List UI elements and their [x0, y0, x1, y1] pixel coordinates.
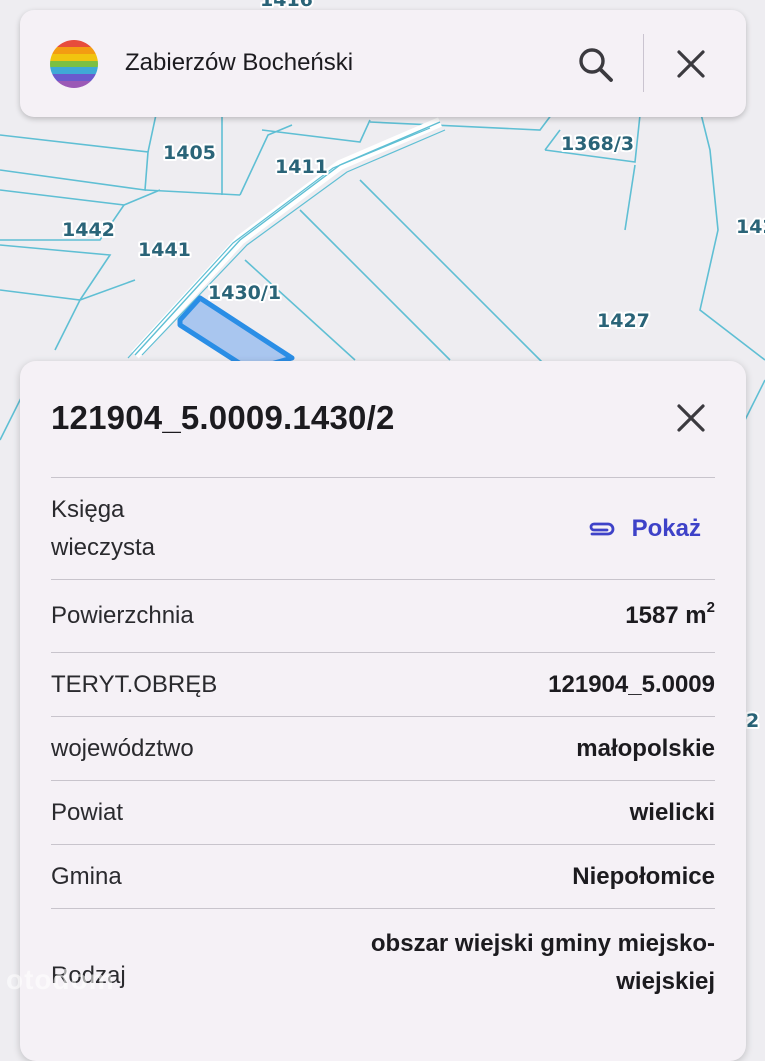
row-land-register: Księga wieczysta Pokaż — [51, 477, 715, 579]
row-value: 1587 m2 — [625, 599, 715, 629]
plot-label-142-partial: 142 — [736, 216, 765, 238]
row-value: obszar wiejski gminy miejsko- wiejskiej — [370, 930, 715, 995]
plot-label-1411: 1411 — [275, 156, 328, 178]
paperclip-icon — [589, 522, 614, 535]
row-county: Powiat wielicki — [51, 780, 715, 844]
plot-label-1405: 1405 — [163, 142, 216, 164]
row-voivodeship: województwo małopolskie — [51, 716, 715, 780]
row-label: województwo — [51, 734, 194, 762]
row-teryt: TERYT.OBRĘB 121904_5.0009 — [51, 652, 715, 716]
search-icon[interactable] — [573, 42, 617, 86]
show-land-register-link[interactable]: Pokaż — [584, 512, 701, 546]
row-value: Niepołomice — [572, 862, 715, 890]
row-value: wielicki — [629, 798, 715, 826]
row-area: Powierzchnia 1587 m2 — [51, 579, 715, 652]
row-label: Powiat — [51, 798, 124, 826]
search-query[interactable]: Zabierzów Bocheński — [125, 49, 353, 77]
plot-label-1368-3: 1368/3 — [561, 133, 634, 155]
plot-info-panel: 121904_5.0009.1430/2 Księga wieczysta Po… — [20, 361, 746, 1061]
plot-label-1427: 1427 — [597, 310, 650, 332]
row-value: małopolskie — [576, 734, 715, 762]
search-bar-divider — [643, 34, 644, 92]
rainbow-logo-icon — [50, 40, 98, 88]
panel-close-icon[interactable] — [668, 395, 714, 441]
row-value: 121904_5.0009 — [548, 670, 715, 698]
plot-label-1441: 1441 — [138, 239, 191, 261]
plot-label-1430-1: 1430/1 — [208, 282, 281, 304]
row-commune: Gmina Niepołomice — [51, 844, 715, 908]
search-bar[interactable]: Zabierzów Bocheński — [20, 10, 746, 117]
plot-id-title: 121904_5.0009.1430/2 — [51, 399, 395, 436]
row-label: Gmina — [51, 862, 122, 890]
watermark: otodom — [6, 964, 115, 995]
row-label: Księga wieczysta — [51, 495, 156, 561]
close-icon[interactable] — [669, 42, 713, 86]
plot-label-2-partial: 2 — [746, 710, 759, 732]
row-label: Powierzchnia — [51, 602, 194, 629]
row-type: Rodzaj obszar wiejski gminy miejsko- wie… — [51, 908, 715, 1018]
row-label: TERYT.OBRĘB — [51, 670, 218, 698]
plot-attributes: Księga wieczysta Pokaż Powierzchnia 1587… — [51, 477, 715, 1018]
plot-label-1442: 1442 — [62, 219, 115, 241]
